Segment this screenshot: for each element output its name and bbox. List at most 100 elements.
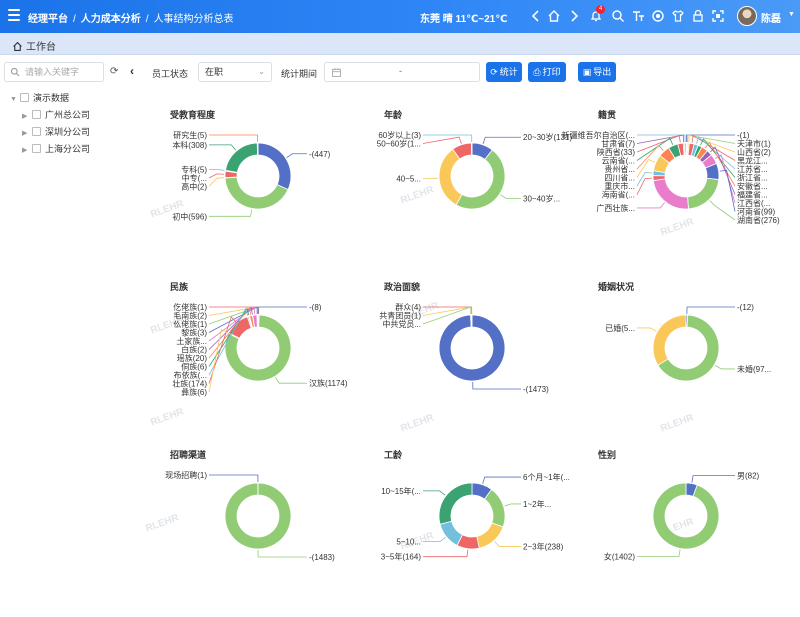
refresh-icon[interactable]: ⟳ [110, 66, 118, 77]
label-line [423, 490, 446, 496]
status-select-value: 在职 [205, 67, 224, 77]
pie-slice[interactable] [225, 142, 258, 173]
tree-checkbox[interactable] [32, 110, 41, 119]
label-line [209, 474, 259, 483]
donut-chart: -(1)天津市(1)山西省(2)黑龙江...江苏省...浙江省...安徽省...… [562, 130, 780, 225]
slice-label: 1~2年... [523, 499, 551, 509]
avatar[interactable] [737, 6, 757, 26]
tab-home[interactable]: 工作台 [12, 38, 56, 53]
export-icon: ▣ [582, 67, 592, 77]
slice-label: 50~60岁(1... [377, 139, 421, 149]
label-line [275, 376, 307, 384]
print-button-label: 打印 [542, 67, 561, 77]
caret-down-icon[interactable]: ▼ [10, 93, 20, 107]
pie-slice[interactable] [439, 520, 464, 546]
slice-label: 黑龙江... [737, 156, 768, 166]
slice-label: 现场招聘(1) [165, 470, 207, 480]
chevron-down-icon: ⌄ [258, 67, 265, 76]
home-icon[interactable] [546, 8, 562, 24]
slice-label: 高中(2) [181, 181, 207, 191]
stat-button[interactable]: ⟳ 统计 [486, 62, 522, 82]
chevron-left-icon[interactable] [528, 8, 544, 24]
slice-label: 布依族(... [174, 370, 207, 380]
notification-badge: 4 [596, 5, 605, 14]
label-line [422, 306, 472, 316]
chart-ethnicity: 民族 -(8) 汉族(1174) 仡佬族(1) 毛南族(2) 仫佬族(1) 黎族(3) 土家… [170, 280, 380, 430]
slice-label: 云南省(... [602, 156, 635, 166]
export-button[interactable]: ▣ 导出 [578, 62, 616, 82]
chart-recruitment-channel: 招聘渠道 -(1483) 现场招聘(1) [165, 448, 380, 598]
user-name[interactable]: 陈磊 [761, 10, 781, 25]
slice-label: 白族(2) [181, 345, 207, 355]
slice-label: -(1483) [309, 553, 335, 562]
caret-right-icon[interactable]: ▶ [22, 110, 32, 124]
label-line [636, 158, 656, 178]
search-icon[interactable] [610, 8, 626, 24]
pie-slice[interactable] [687, 177, 720, 210]
status-select[interactable]: 在职 ⌄ [198, 62, 272, 82]
skin-icon[interactable] [650, 8, 666, 24]
label-line [636, 177, 653, 195]
caret-right-icon[interactable]: ▶ [22, 127, 32, 141]
pie-slice[interactable] [652, 314, 687, 366]
pie-slice[interactable] [471, 314, 473, 328]
collapse-icon[interactable]: ‹ [130, 64, 134, 78]
date-range-separator: - [399, 66, 402, 76]
slice-label: 女(1402) [604, 551, 635, 561]
breadcrumb-current: 人事结构分析总表 [153, 14, 234, 25]
lock-icon[interactable] [690, 8, 706, 24]
pie-slice[interactable] [652, 178, 689, 210]
label-line [482, 136, 521, 144]
period-date-range[interactable]: - [324, 62, 480, 82]
pie-slice[interactable] [483, 488, 506, 528]
tree-checkbox[interactable] [32, 144, 41, 153]
slice-label: 海南省(... [602, 190, 635, 200]
fullscreen-icon[interactable] [710, 8, 726, 24]
pie-slice[interactable] [471, 142, 473, 156]
tree-node[interactable]: ▶ 深圳分公司 [22, 125, 90, 139]
menu-icon[interactable] [8, 9, 20, 23]
breadcrumb-item[interactable]: 经理平台 [28, 14, 68, 25]
refresh-icon: ⟳ [490, 67, 498, 77]
pie-slice[interactable] [438, 482, 473, 525]
chevron-right-icon[interactable] [566, 8, 582, 24]
font-size-icon[interactable] [630, 8, 646, 24]
slice-label: 6个月~1年(... [523, 472, 570, 482]
tree-node[interactable]: ▶ 广州总公司 [22, 108, 90, 122]
pie-slice[interactable] [476, 522, 504, 549]
chart-seniority: 工龄 6个月~1年(... 1~2年... 2~3年(238) 10~15年(... 5… [381, 448, 594, 598]
search-box[interactable] [4, 62, 104, 82]
caret-right-icon[interactable]: ▶ [22, 144, 32, 158]
pie-slice[interactable] [455, 149, 506, 210]
label-line [637, 202, 665, 209]
slice-label: 男(82) [737, 472, 760, 481]
label-line [209, 144, 237, 151]
chevron-down-icon[interactable]: ▼ [788, 11, 795, 18]
slice-label: 研究生(5) [173, 130, 207, 140]
pie-slice[interactable] [652, 482, 720, 550]
tree-checkbox[interactable] [32, 127, 41, 136]
label-line [472, 381, 521, 390]
chart-marital-status: 婚姻状况 -(12) 未婚(97... 已婚(5... [598, 280, 800, 430]
print-button[interactable]: ⎙ 打印 [528, 62, 566, 82]
slice-label: 河南省(99) [737, 207, 776, 217]
pie-slice[interactable] [256, 142, 259, 156]
label-line [258, 306, 307, 315]
slice-label: 侗族(6) [181, 362, 207, 372]
tree-node[interactable]: ▼ 演示数据 [10, 91, 69, 105]
search-input[interactable] [25, 66, 101, 78]
calendar-icon [332, 68, 341, 77]
pie-slice[interactable] [683, 142, 687, 156]
pie-slice[interactable] [257, 142, 292, 191]
breadcrumb-item[interactable]: 人力成本分析 [81, 14, 141, 25]
chart-education: 受教育程度 -(447) 研究生(5) 本科(308) 专科(5) 中专(... 高中(2… [170, 108, 380, 258]
slice-label: 仫佬族(1) [173, 319, 207, 329]
sidebar: ⟳ ‹ ▼ 演示数据 ▶ 广州总公司 ▶ 深圳分公司 ▶ 上海分公司 [0, 56, 145, 617]
slice-label: 中专(... [182, 173, 207, 183]
tree-checkbox[interactable] [20, 93, 29, 102]
tshirt-icon[interactable] [670, 8, 686, 24]
label-line [208, 173, 225, 179]
tree-node-label: 深圳分公司 [45, 127, 91, 137]
tree-node[interactable]: ▶ 上海分公司 [22, 142, 90, 156]
slice-label: 30~40岁... [523, 193, 560, 203]
